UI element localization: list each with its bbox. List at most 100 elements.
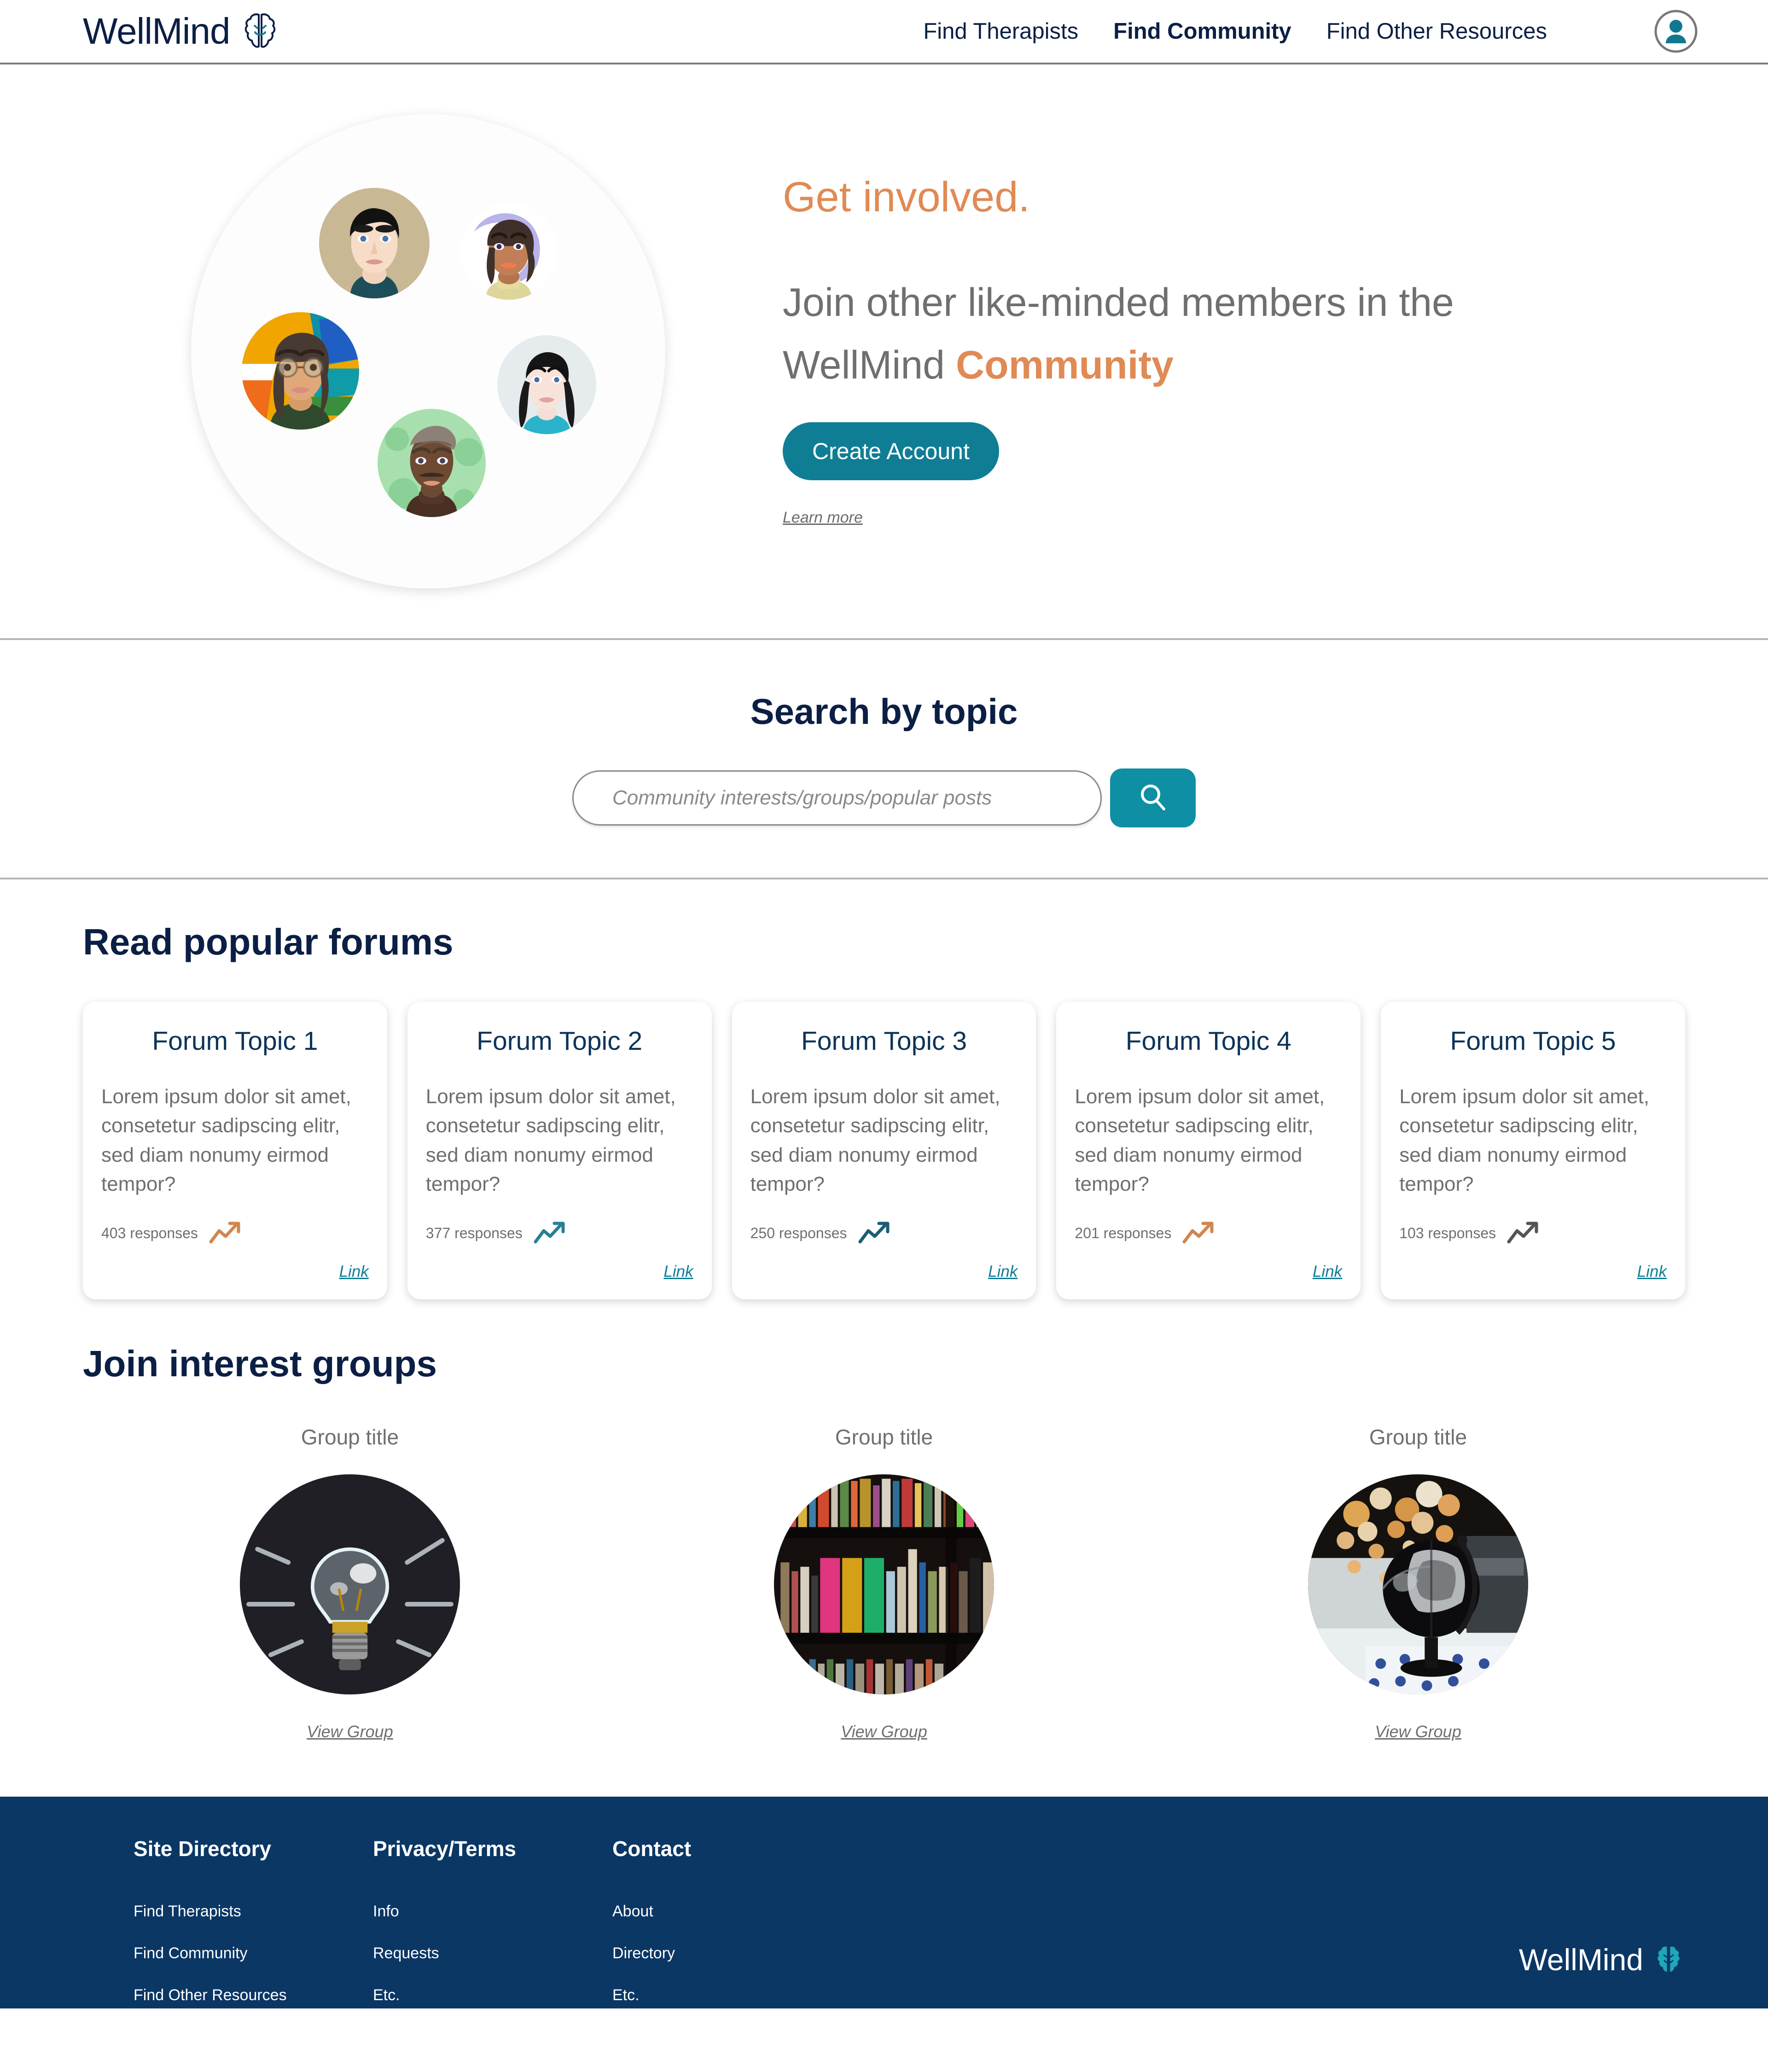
member-avatar-4 <box>497 335 596 434</box>
group-grid: Group title View Group Group title View … <box>83 1425 1685 1741</box>
forum-response-count: 201 responses <box>1075 1225 1172 1242</box>
main-nav: Find Therapists Find Community Find Othe… <box>923 18 1699 44</box>
forums-section: Read popular forums Forum Topic 1 Lorem … <box>0 879 1768 1300</box>
forum-card[interactable]: Forum Topic 5 Lorem ipsum dolor sit amet… <box>1381 1002 1685 1300</box>
hero-copy: Get involved. Join other like-minded mem… <box>774 176 1685 527</box>
member-avatar-1 <box>319 188 430 298</box>
group-item: Group title View Group <box>617 1425 1151 1741</box>
forum-card-meta: 201 responses <box>1075 1220 1342 1247</box>
forum-card-title: Forum Topic 2 <box>477 1026 643 1056</box>
forum-card[interactable]: Forum Topic 2 Lorem ipsum dolor sit amet… <box>407 1002 712 1300</box>
footer-link[interactable]: Directory <box>612 1944 852 1962</box>
forum-card-meta: 250 responses <box>750 1220 1018 1247</box>
hero-section: Get involved. Join other like-minded mem… <box>0 64 1768 640</box>
forum-card-title: Forum Topic 4 <box>1125 1026 1291 1056</box>
search-submit-button[interactable] <box>1110 768 1196 827</box>
trending-up-icon <box>533 1220 570 1247</box>
groups-section: Join interest groups Group title View Gr… <box>0 1299 1768 1797</box>
footer-column-site-directory: Site Directory Find Therapists Find Comm… <box>134 1836 373 2008</box>
account-avatar-icon[interactable] <box>1654 9 1698 53</box>
forum-card-link[interactable]: Link <box>339 1263 369 1281</box>
group-item: Group title View Group <box>1151 1425 1685 1741</box>
footer-brand-logo[interactable]: WellMind <box>1519 1944 1683 1975</box>
brand-logo[interactable]: WellMind <box>83 12 278 51</box>
group-item-title: Group title <box>301 1425 399 1449</box>
forum-card-title: Forum Topic 5 <box>1450 1026 1616 1056</box>
hero-illustration <box>83 114 774 588</box>
search-section: Search by topic <box>0 640 1768 879</box>
footer-link[interactable]: Find Other Resources <box>134 1986 373 2004</box>
avatar-ring <box>191 114 665 588</box>
site-footer: Site Directory Find Therapists Find Comm… <box>0 1797 1768 2009</box>
trending-up-icon <box>208 1220 246 1247</box>
footer-link[interactable]: Find Community <box>134 1944 373 1962</box>
nav-item-find-other-resources[interactable]: Find Other Resources <box>1326 18 1547 44</box>
bookshelf-photo[interactable] <box>774 1474 994 1695</box>
footer-brand-name: WellMind <box>1518 1943 1643 1977</box>
group-item: Group title View Group <box>83 1425 617 1741</box>
forum-card[interactable]: Forum Topic 1 Lorem ipsum dolor sit amet… <box>83 1002 387 1300</box>
search-row <box>572 768 1196 827</box>
member-avatar-5 <box>378 409 486 517</box>
footer-column-title: Site Directory <box>134 1837 272 1861</box>
forum-card-link[interactable]: Link <box>663 1263 693 1281</box>
forum-card-meta: 103 responses <box>1399 1220 1667 1247</box>
create-account-button[interactable]: Create Account <box>783 422 999 481</box>
forum-card-body: Lorem ipsum dolor sit amet, consetetur s… <box>1075 1085 1325 1196</box>
forum-card-link[interactable]: Link <box>1313 1263 1342 1281</box>
member-avatar-2 <box>460 203 557 300</box>
trending-up-icon <box>1506 1220 1544 1247</box>
search-input[interactable] <box>572 770 1102 826</box>
brain-icon <box>1654 1944 1683 1975</box>
view-group-link[interactable]: View Group <box>307 1722 393 1741</box>
forum-card-meta: 377 responses <box>426 1220 693 1247</box>
footer-link[interactable]: Etc. <box>612 1986 852 2004</box>
group-item-title: Group title <box>835 1425 933 1449</box>
footer-link[interactable]: Find Therapists <box>134 1903 373 1921</box>
search-icon <box>1136 780 1169 815</box>
brand-name: WellMind <box>83 11 230 52</box>
forum-card-body: Lorem ipsum dolor sit amet, consetetur s… <box>750 1085 1000 1196</box>
groups-title: Join interest groups <box>83 1343 437 1385</box>
trending-up-icon <box>1181 1220 1219 1247</box>
member-avatar-3 <box>242 312 359 430</box>
forum-response-count: 250 responses <box>750 1225 847 1242</box>
footer-column-privacy-terms: Privacy/Terms Info Requests Etc. <box>373 1836 612 2008</box>
forum-card-body: Lorem ipsum dolor sit amet, consetetur s… <box>1399 1085 1650 1196</box>
footer-link[interactable]: Info <box>373 1903 612 1921</box>
footer-column-contact: Contact About Directory Etc. <box>612 1836 852 2008</box>
forum-card-meta: 403 responses <box>101 1220 369 1247</box>
footer-column-title: Privacy/Terms <box>373 1837 517 1861</box>
view-group-link[interactable]: View Group <box>841 1722 927 1741</box>
forum-card-body: Lorem ipsum dolor sit amet, consetetur s… <box>101 1085 351 1196</box>
search-title: Search by topic <box>750 691 1018 732</box>
forum-card-link[interactable]: Link <box>1637 1263 1667 1281</box>
forum-card[interactable]: Forum Topic 3 Lorem ipsum dolor sit amet… <box>732 1002 1036 1300</box>
forums-title: Read popular forums <box>83 921 454 962</box>
forum-card-title: Forum Topic 1 <box>152 1026 318 1056</box>
nav-item-find-community[interactable]: Find Community <box>1113 18 1291 44</box>
forum-card-link[interactable]: Link <box>988 1263 1018 1281</box>
footer-link[interactable]: About <box>612 1903 852 1921</box>
globe-bokeh-photo[interactable] <box>1308 1474 1528 1695</box>
forum-card-title: Forum Topic 3 <box>801 1026 967 1056</box>
footer-link[interactable]: Etc. <box>373 1986 612 2004</box>
site-header: WellMind Find Therapists Find Community … <box>0 0 1768 64</box>
forum-response-count: 403 responses <box>101 1225 198 1242</box>
forum-card-grid: Forum Topic 1 Lorem ipsum dolor sit amet… <box>83 1002 1685 1300</box>
footer-column-title: Contact <box>612 1837 692 1861</box>
forum-response-count: 377 responses <box>425 1225 523 1242</box>
lightbulb-chalkboard-photo[interactable] <box>240 1474 460 1695</box>
learn-more-link[interactable]: Learn more <box>783 509 863 527</box>
brain-icon <box>242 12 278 51</box>
trending-up-icon <box>857 1220 895 1247</box>
forum-card[interactable]: Forum Topic 4 Lorem ipsum dolor sit amet… <box>1056 1002 1361 1300</box>
group-item-title: Group title <box>1369 1425 1467 1449</box>
hero-headline-accent: Community <box>955 343 1174 387</box>
nav-item-find-therapists[interactable]: Find Therapists <box>923 18 1078 44</box>
forum-response-count: 103 responses <box>1399 1225 1496 1242</box>
hero-eyebrow: Get involved. <box>783 173 1030 221</box>
view-group-link[interactable]: View Group <box>1375 1722 1461 1741</box>
footer-link[interactable]: Requests <box>373 1944 612 1962</box>
hero-headline: Join other like-minded members in the We… <box>783 272 1519 397</box>
